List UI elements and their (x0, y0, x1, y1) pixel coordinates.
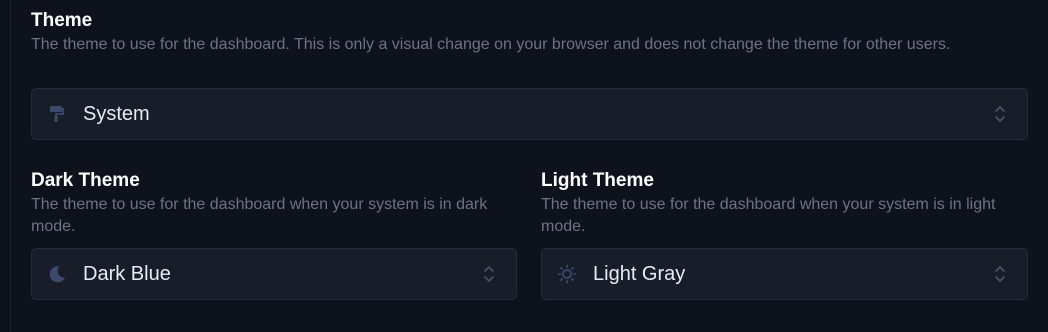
light-theme-setting: Light Theme The theme to use for the das… (541, 170, 1028, 238)
settings-panel: Theme The theme to use for the dashboard… (0, 0, 1048, 332)
sun-icon (557, 264, 577, 284)
chevron-up-down-icon (482, 263, 496, 285)
paint-roller-icon (47, 104, 67, 124)
dark-theme-description: The theme to use for the dashboard when … (31, 196, 488, 235)
chevron-up-down-icon (993, 103, 1007, 125)
panel-divider (10, 0, 11, 332)
light-theme-select[interactable]: Light Gray (541, 248, 1028, 300)
theme-setting: Theme The theme to use for the dashboard… (31, 10, 1021, 56)
light-theme-select-value: Light Gray (593, 262, 686, 285)
chevron-up-down-icon (993, 263, 1007, 285)
theme-select-value: System (83, 102, 150, 125)
light-theme-title: Light Theme (541, 170, 654, 191)
moon-icon (47, 264, 67, 284)
theme-select[interactable]: System (31, 88, 1028, 140)
dark-theme-title: Dark Theme (31, 170, 140, 191)
dark-theme-setting: Dark Theme The theme to use for the dash… (31, 170, 517, 238)
dark-theme-select[interactable]: Dark Blue (31, 248, 517, 300)
theme-title: Theme (31, 10, 93, 31)
light-theme-description: The theme to use for the dashboard when … (541, 196, 996, 235)
theme-description: The theme to use for the dashboard. This… (31, 36, 951, 53)
dark-theme-select-value: Dark Blue (83, 262, 171, 285)
